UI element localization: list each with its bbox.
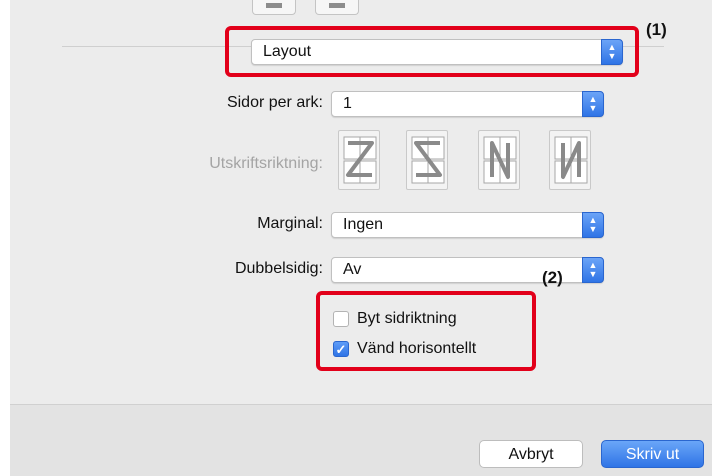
- orientation-n-icon: [554, 136, 588, 184]
- margin-popup[interactable]: Ingen ▲ ▼: [331, 212, 604, 238]
- orientation-s-icon: [411, 136, 445, 184]
- orientation-z-button[interactable]: [338, 130, 380, 190]
- orientation-n-reversed-button[interactable]: [478, 130, 520, 190]
- callout-2: (2): [542, 268, 563, 287]
- orientation-z-icon: [343, 136, 377, 184]
- highlight-box-1: [225, 26, 639, 77]
- highlight-box-2: [316, 291, 536, 371]
- pages-per-sheet-popup[interactable]: 1 ▲ ▼: [331, 91, 604, 117]
- checkmark-icon: ✓: [335, 342, 347, 357]
- pages-per-sheet-label: Sidor per ark:: [226, 94, 323, 111]
- duplex-popup[interactable]: Av ▲ ▼: [331, 257, 604, 283]
- tab-icon: [266, 3, 282, 8]
- flip-direction-label: Byt sidriktning: [357, 310, 457, 327]
- flip-direction-checkbox[interactable]: [333, 311, 349, 327]
- duplex-value: Av: [343, 261, 362, 278]
- flip-horizontal-checkbox[interactable]: ✓: [333, 341, 349, 357]
- pages-per-sheet-value: 1: [343, 95, 352, 112]
- margin-value: Ingen: [343, 216, 384, 233]
- orientation-s-button[interactable]: [406, 130, 448, 190]
- cancel-button[interactable]: Avbryt: [479, 440, 583, 468]
- orientation-n-reversed-icon: [483, 136, 517, 184]
- duplex-label: Dubbelsidig:: [234, 260, 323, 277]
- orientation-n-button[interactable]: [549, 130, 591, 190]
- popup-stepper-icon: ▲ ▼: [582, 91, 604, 117]
- toolbar-tab-button[interactable]: [315, 0, 359, 15]
- orientation-label: Utskriftsriktning:: [209, 155, 323, 172]
- tab-icon: [329, 3, 345, 8]
- toolbar-tab-button[interactable]: [252, 0, 296, 15]
- popup-stepper-icon: ▲ ▼: [582, 212, 604, 238]
- popup-stepper-icon: ▲ ▼: [582, 257, 604, 283]
- flip-horizontal-label: Vänd horisontellt: [357, 340, 477, 357]
- print-button[interactable]: Skriv ut: [601, 440, 704, 468]
- callout-1: (1): [646, 20, 667, 39]
- margin-label: Marginal:: [257, 215, 323, 232]
